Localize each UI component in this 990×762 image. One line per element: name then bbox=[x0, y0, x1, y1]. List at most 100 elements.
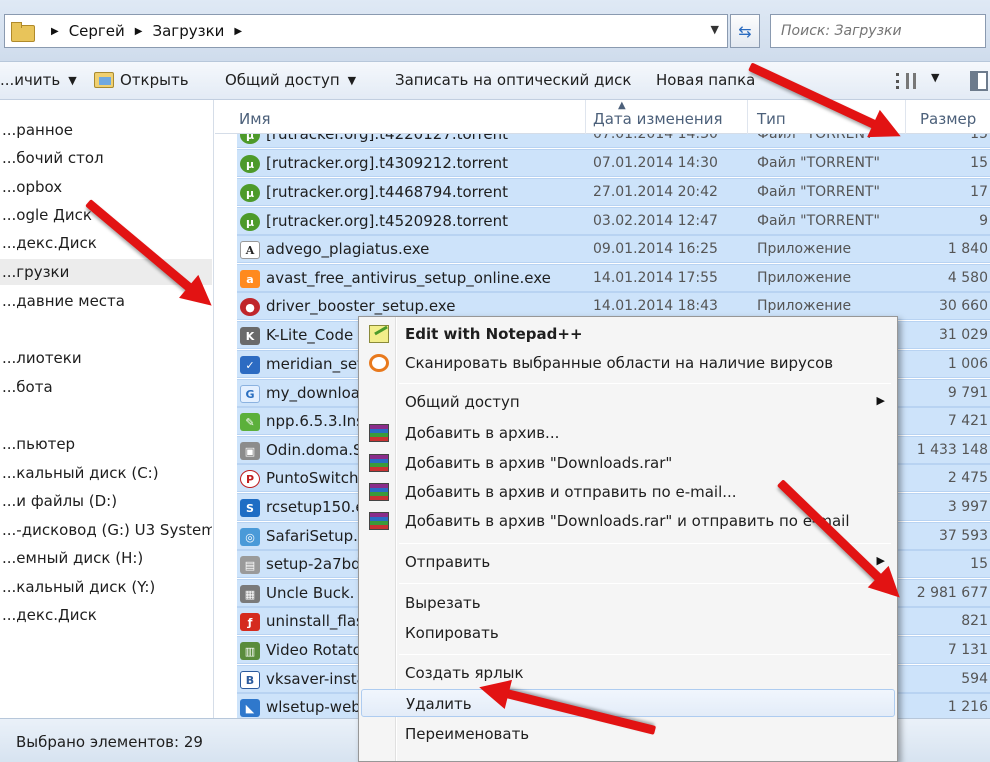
file-row[interactable]: a avast_free_antivirus_setup_online.exe … bbox=[237, 264, 990, 292]
file-date: 07.01.2014 14:30 bbox=[593, 155, 718, 171]
nav-item-dropbox[interactable]: ...opbox bbox=[0, 174, 212, 200]
file-date: 27.01.2014 20:42 bbox=[593, 184, 718, 200]
nav-item-recent-places[interactable]: ...давние места bbox=[0, 288, 212, 314]
menu-item-delete[interactable]: Удалить bbox=[361, 689, 895, 717]
selection-count: Выбрано элементов: 29 bbox=[16, 733, 203, 751]
column-date[interactable]: Дата изменения bbox=[593, 110, 723, 128]
rcsetup-icon: S bbox=[240, 499, 260, 517]
video-rotator-icon: ▥ bbox=[240, 642, 260, 660]
menu-separator bbox=[399, 383, 891, 384]
file-name: Uncle Buck. bbox=[266, 584, 355, 602]
file-name: npp.6.5.3.Ins bbox=[266, 412, 364, 430]
menu-item-add-archive-email[interactable]: Добавить в архив и отправить по e-mail..… bbox=[361, 478, 895, 506]
nav-item-drive-h[interactable]: ...емный диск (H:) bbox=[0, 545, 212, 571]
menu-item-create-shortcut[interactable]: Создать ярлык bbox=[361, 659, 895, 687]
views-icon[interactable] bbox=[896, 73, 916, 89]
menu-item-add-archive[interactable]: Добавить в архив... bbox=[361, 419, 895, 447]
chevron-down-icon: ▼ bbox=[68, 73, 77, 87]
menu-item-copy[interactable]: Копировать bbox=[361, 619, 895, 647]
chevron-right-icon[interactable]: ▶ bbox=[234, 26, 242, 37]
odin-icon: ▣ bbox=[240, 442, 260, 460]
column-name[interactable]: Имя bbox=[239, 110, 271, 128]
column-type[interactable]: Тип bbox=[757, 110, 786, 128]
file-row[interactable]: μ [rutracker.org].t4309212.torrent 07.01… bbox=[237, 149, 990, 177]
nav-item-yandex-disk-2[interactable]: ...декс.Диск bbox=[0, 602, 212, 628]
antivirus-scan-icon bbox=[369, 354, 389, 372]
file-row[interactable]: μ [rutracker.org].t4468794.torrent 27.01… bbox=[237, 178, 990, 206]
torrent-icon: μ bbox=[240, 134, 260, 144]
file-name: meridian_set bbox=[266, 355, 363, 373]
file-name: SafariSetup. bbox=[266, 527, 358, 545]
notepadpp-edit-icon bbox=[369, 325, 389, 343]
column-size[interactable]: Размер bbox=[920, 110, 976, 128]
address-bar[interactable]: ▶ Сергей ▶ Загрузки ▶ ▼ bbox=[4, 14, 728, 48]
safari-icon: ◎ bbox=[240, 528, 260, 546]
preview-pane-icon[interactable] bbox=[970, 71, 988, 91]
file-size: 2 981 677 bbox=[916, 585, 988, 601]
command-bar: ...ичить ▼ Открыть Общий доступ ▼ Записа… bbox=[0, 62, 990, 100]
menu-separator bbox=[399, 654, 891, 655]
open-button[interactable]: Открыть bbox=[94, 71, 189, 89]
file-size: 15 bbox=[970, 556, 988, 572]
torrent-icon: μ bbox=[240, 155, 260, 173]
menu-item-send-to[interactable]: Отправить ▶ bbox=[361, 548, 895, 576]
burn-label: Записать на оптический диск bbox=[395, 71, 632, 89]
file-name: [rutracker.org].t4520928.torrent bbox=[266, 212, 509, 230]
nav-item-favorites[interactable]: ...ранное bbox=[0, 117, 212, 143]
burn-button[interactable]: Записать на оптический диск bbox=[395, 71, 631, 89]
nav-item-libraries[interactable]: ...лиотеки bbox=[0, 345, 212, 371]
open-label: Открыть bbox=[120, 71, 189, 89]
menu-item-add-downloads-rar[interactable]: Добавить в архив "Downloads.rar" bbox=[361, 449, 895, 477]
column-divider[interactable] bbox=[905, 100, 906, 134]
menu-item-share[interactable]: Общий доступ ▶ bbox=[361, 388, 895, 416]
refresh-button[interactable]: ⇆ bbox=[730, 14, 760, 48]
nav-item-yandex-disk[interactable]: ...декс.Диск bbox=[0, 230, 212, 256]
file-size: 30 660 bbox=[939, 298, 988, 314]
file-row[interactable]: A advego_plagiatus.exe 09.01.2014 16:25 … bbox=[237, 235, 990, 263]
menu-item-label: Edit with Notepad++ bbox=[405, 325, 583, 343]
column-divider[interactable] bbox=[585, 100, 586, 134]
menu-item-label: Добавить в архив и отправить по e-mail..… bbox=[405, 483, 737, 501]
chevron-down-icon[interactable]: ▼ bbox=[711, 23, 719, 36]
folder-icon bbox=[11, 22, 35, 42]
organize-button[interactable]: ...ичить ▼ bbox=[0, 71, 77, 89]
file-size: 17 bbox=[970, 184, 988, 200]
search-input[interactable] bbox=[781, 23, 975, 39]
file-size: 594 bbox=[961, 671, 988, 687]
menu-item-edit-notepadpp[interactable]: Edit with Notepad++ bbox=[361, 320, 895, 348]
nav-item-drive-y[interactable]: ...кальный диск (Y:) bbox=[0, 574, 212, 600]
new-folder-button[interactable]: Новая папка bbox=[656, 71, 755, 89]
file-row[interactable]: μ [rutracker.org].t4520928.torrent 03.02… bbox=[237, 207, 990, 235]
file-type: Файл "TORRENT" bbox=[757, 134, 880, 142]
torrent-icon: μ bbox=[240, 213, 260, 231]
search-box[interactable] bbox=[770, 14, 986, 48]
file-name: driver_booster_setup.exe bbox=[266, 297, 456, 315]
nav-item-drive-g[interactable]: ...-дисковод (G:) U3 System bbox=[0, 517, 212, 543]
nav-item-computer[interactable]: ...пьютер bbox=[0, 431, 212, 457]
chevron-right-icon[interactable]: ▶ bbox=[135, 26, 143, 37]
nav-item-desktop[interactable]: ...бочий стол bbox=[0, 145, 212, 171]
file-size: 37 593 bbox=[939, 528, 988, 544]
column-divider[interactable] bbox=[747, 100, 748, 134]
menu-item-scan-viruses[interactable]: Сканировать выбранные области на наличие… bbox=[361, 349, 895, 377]
menu-item-cut[interactable]: Вырезать bbox=[361, 589, 895, 617]
chevron-right-icon: ▶ bbox=[51, 25, 59, 37]
file-name: avast_free_antivirus_setup_online.exe bbox=[266, 269, 551, 287]
breadcrumb-item-user[interactable]: Сергей bbox=[69, 22, 125, 40]
downloader-icon: G bbox=[240, 385, 260, 403]
menu-separator bbox=[399, 543, 891, 544]
chevron-down-icon[interactable]: ▼ bbox=[931, 71, 939, 84]
nav-item-drive-c[interactable]: ...кальный диск (C:) bbox=[0, 460, 212, 486]
file-name: advego_plagiatus.exe bbox=[266, 240, 430, 258]
flash-icon: ƒ bbox=[240, 613, 260, 631]
share-button[interactable]: Общий доступ ▼ bbox=[225, 71, 356, 89]
file-size: 15 bbox=[970, 134, 988, 142]
breadcrumb-item-downloads[interactable]: Загрузки bbox=[153, 22, 225, 40]
file-size: 1 433 148 bbox=[916, 442, 988, 458]
advego-icon: A bbox=[240, 241, 260, 259]
file-size: 4 580 bbox=[947, 270, 988, 286]
meridian-icon: ✓ bbox=[240, 356, 260, 374]
nav-item-drive-d[interactable]: ...и файлы (D:) bbox=[0, 488, 212, 514]
menu-separator bbox=[399, 583, 891, 584]
nav-item-work[interactable]: ...бота bbox=[0, 374, 212, 400]
